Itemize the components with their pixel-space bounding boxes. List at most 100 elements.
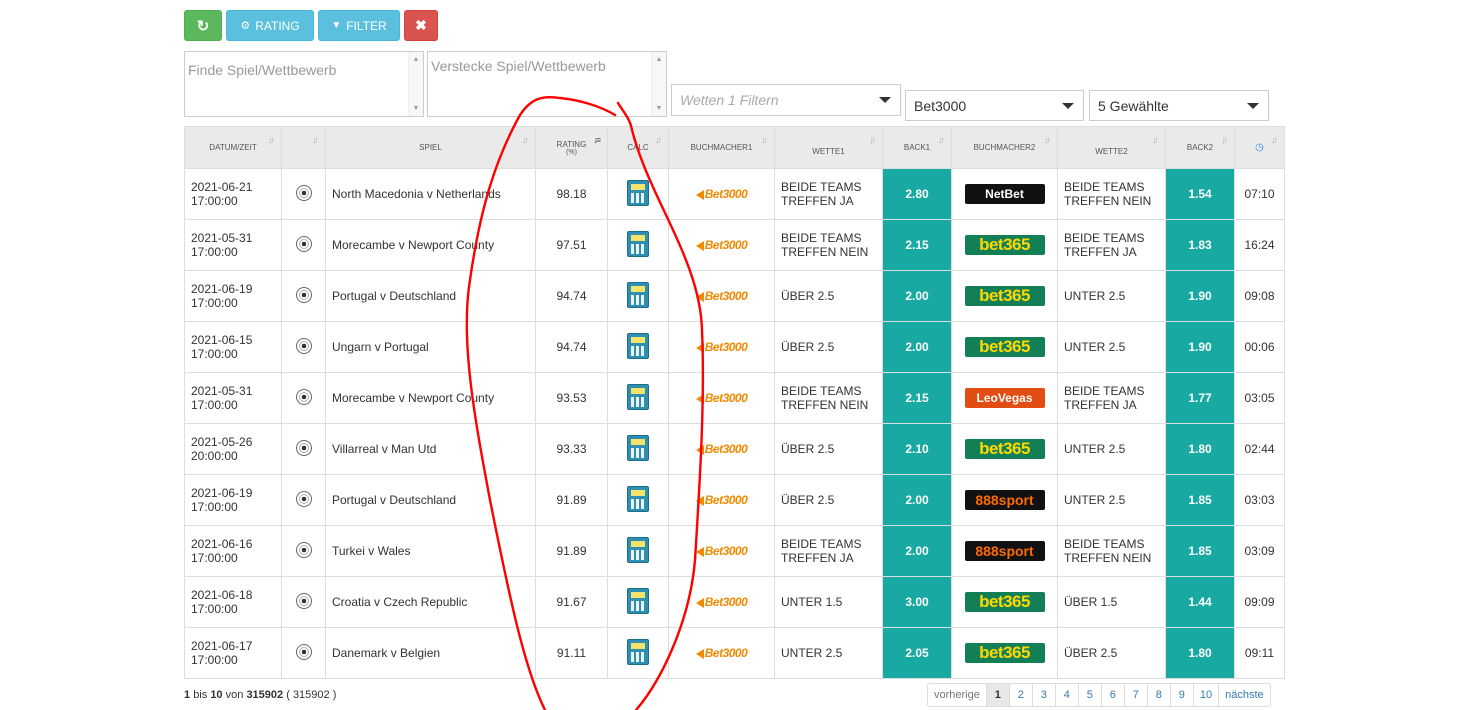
cell-sport [281, 576, 326, 628]
col-bet2-header[interactable]: WETTE2 ↓↑ [1057, 126, 1166, 169]
calculator-icon[interactable] [627, 434, 649, 461]
cell-bookmaker2: bet365 [951, 627, 1058, 679]
col-back2-header[interactable]: BACK2 ↓↑ [1165, 126, 1235, 169]
bookmaker1-logo[interactable]: Bet3000 [695, 391, 748, 405]
find-match-scrollbar[interactable]: ▲ ▼ [408, 52, 423, 116]
cell-back2: 1.80 [1165, 423, 1235, 475]
sort-icon: ↓↑ [1044, 135, 1051, 145]
bookmaker2-logo[interactable]: LeoVegas [964, 388, 1045, 408]
calculator-icon[interactable] [627, 179, 649, 206]
cell-bet2: BEIDE TEAMS TREFFEN NEIN [1057, 168, 1166, 220]
col-sport-header[interactable]: ↓↑ [281, 126, 326, 169]
bookmaker1-logo[interactable]: Bet3000 [695, 595, 748, 609]
match-link[interactable]: Villarreal v Man Utd [332, 442, 436, 456]
bookmaker2-logo[interactable]: bet365 [964, 286, 1045, 306]
match-link[interactable]: Turkei v Wales [332, 544, 410, 558]
match-link[interactable]: Danemark v Belgien [332, 646, 440, 660]
page-9-button[interactable]: 9 [1171, 684, 1194, 706]
sort-icon: ↓↑ [938, 135, 945, 145]
cell-rating: 91.89 [535, 525, 608, 577]
cell-bet1: BEIDE TEAMS TREFFEN NEIN [774, 219, 883, 271]
cell-bookmaker2: 888sport [951, 474, 1058, 526]
calculator-icon[interactable] [627, 230, 649, 257]
cell-bet1: BEIDE TEAMS TREFFEN JA [774, 168, 883, 220]
clear-filter-button[interactable]: ✖ [404, 10, 438, 41]
bookmaker1-logo[interactable]: Bet3000 [695, 238, 748, 252]
sort-icon: ↓↑ [312, 135, 319, 145]
refresh-button[interactable]: ↻ [184, 10, 222, 41]
page-4-button[interactable]: 4 [1056, 684, 1079, 706]
calculator-icon[interactable] [627, 536, 649, 563]
page-5-button[interactable]: 5 [1079, 684, 1102, 706]
rating-button[interactable]: ⚙ RATING [226, 10, 314, 41]
calculator-icon[interactable] [627, 485, 649, 512]
cell-bet1: ÜBER 2.5 [774, 423, 883, 475]
cell-bookmaker1: Bet3000 [668, 372, 775, 424]
calculator-icon[interactable] [627, 587, 649, 614]
cell-back1: 3.00 [882, 576, 952, 628]
match-link[interactable]: Morecambe v Newport County [332, 391, 494, 405]
bookmaker1-logo[interactable]: Bet3000 [695, 493, 748, 507]
page-8-button[interactable]: 8 [1148, 684, 1171, 706]
bookmaker1-logo[interactable]: Bet3000 [695, 544, 748, 558]
bookmaker2-multiselect[interactable]: 5 Gewählte [1089, 90, 1269, 121]
prev-page-button[interactable]: vorherige [928, 684, 987, 706]
cell-back1: 2.10 [882, 423, 952, 475]
hide-match-input[interactable]: Verstecke Spiel/Wettbewerb ▲ ▼ [427, 51, 667, 117]
match-link[interactable]: Morecambe v Newport County [332, 238, 494, 252]
find-match-input[interactable]: Finde Spiel/Wettbewerb ▲ ▼ [184, 51, 424, 117]
calculator-icon[interactable] [627, 332, 649, 359]
page-10-button[interactable]: 10 [1194, 684, 1220, 706]
col-rating-header[interactable]: RATING (%) ↓≡ [535, 126, 608, 169]
page-3-button[interactable]: 3 [1033, 684, 1056, 706]
cell-bet2: UNTER 2.5 [1057, 321, 1166, 373]
cell-clock: 03:09 [1234, 525, 1285, 577]
filter-button[interactable]: ▼ FILTER [318, 10, 400, 41]
page-7-button[interactable]: 7 [1125, 684, 1148, 706]
bookmaker2-logo[interactable]: bet365 [964, 337, 1045, 357]
col-time-header[interactable]: ◷ ↓↑ [1234, 126, 1285, 169]
match-link[interactable]: Portugal v Deutschland [332, 289, 456, 303]
page-1-button[interactable]: 1 [986, 684, 1010, 706]
bet1-filter-select[interactable]: Wetten 1 Filtern [671, 84, 901, 116]
col-datetime-header[interactable]: DATUM/ZEIT ↓↑ [184, 126, 282, 169]
bookmaker2-logo[interactable]: bet365 [964, 235, 1045, 255]
bookmaker1-logo[interactable]: Bet3000 [695, 289, 748, 303]
match-link[interactable]: North Macedonia v Netherlands [332, 187, 501, 201]
cell-bookmaker1: Bet3000 [668, 627, 775, 679]
bookmaker2-logo[interactable]: 888sport [964, 541, 1045, 561]
hide-match-scrollbar[interactable]: ▲ ▼ [651, 52, 666, 116]
calculator-icon[interactable] [627, 383, 649, 410]
cell-clock: 00:06 [1234, 321, 1285, 373]
col-match-header[interactable]: SPIEL ↓↑ [325, 126, 536, 169]
bookmaker1-logo[interactable]: Bet3000 [695, 646, 748, 660]
match-link[interactable]: Ungarn v Portugal [332, 340, 429, 354]
col-bet1-header[interactable]: WETTE1 ↓↑ [774, 126, 883, 169]
bookmaker1-logo[interactable]: Bet3000 [695, 340, 748, 354]
col-bookmaker2-header[interactable]: BUCHMACHER2 ↓↑ [951, 126, 1058, 169]
col-bookmaker1-header[interactable]: BUCHMACHER1 ↓↑ [668, 126, 775, 169]
hide-match-placeholder: Verstecke Spiel/Wettbewerb [431, 58, 606, 74]
cell-rating: 93.53 [535, 372, 608, 424]
cell-datetime: 2021-05-31 17:00:00 [184, 219, 282, 271]
calculator-icon[interactable] [627, 281, 649, 308]
match-link[interactable]: Portugal v Deutschland [332, 493, 456, 507]
col-back1-header[interactable]: BACK1 ↓↑ [882, 126, 952, 169]
calculator-icon[interactable] [627, 638, 649, 665]
page-6-button[interactable]: 6 [1102, 684, 1125, 706]
bookmaker1-logo[interactable]: Bet3000 [695, 187, 748, 201]
table-row: 2021-05-26 20:00:00 Villarreal v Man Utd 93… [184, 423, 1285, 475]
bookmaker2-logo[interactable]: bet365 [964, 643, 1045, 663]
bookmaker2-logo[interactable]: NetBet [964, 184, 1045, 204]
col-calc-header[interactable]: CALC ↓↑ [607, 126, 669, 169]
match-link[interactable]: Croatia v Czech Republic [332, 595, 467, 609]
page-2-button[interactable]: 2 [1010, 684, 1033, 706]
bookmaker2-logo[interactable]: bet365 [964, 592, 1045, 612]
bookmaker2-logo[interactable]: bet365 [964, 439, 1045, 459]
next-page-button[interactable]: nächste [1219, 684, 1270, 706]
bookmaker1-logo[interactable]: Bet3000 [695, 442, 748, 456]
bookmaker2-logo[interactable]: 888sport [964, 490, 1045, 510]
cell-bookmaker1: Bet3000 [668, 270, 775, 322]
soccer-ball-icon [295, 286, 312, 303]
bookmaker-select[interactable]: Bet3000 [905, 90, 1084, 121]
